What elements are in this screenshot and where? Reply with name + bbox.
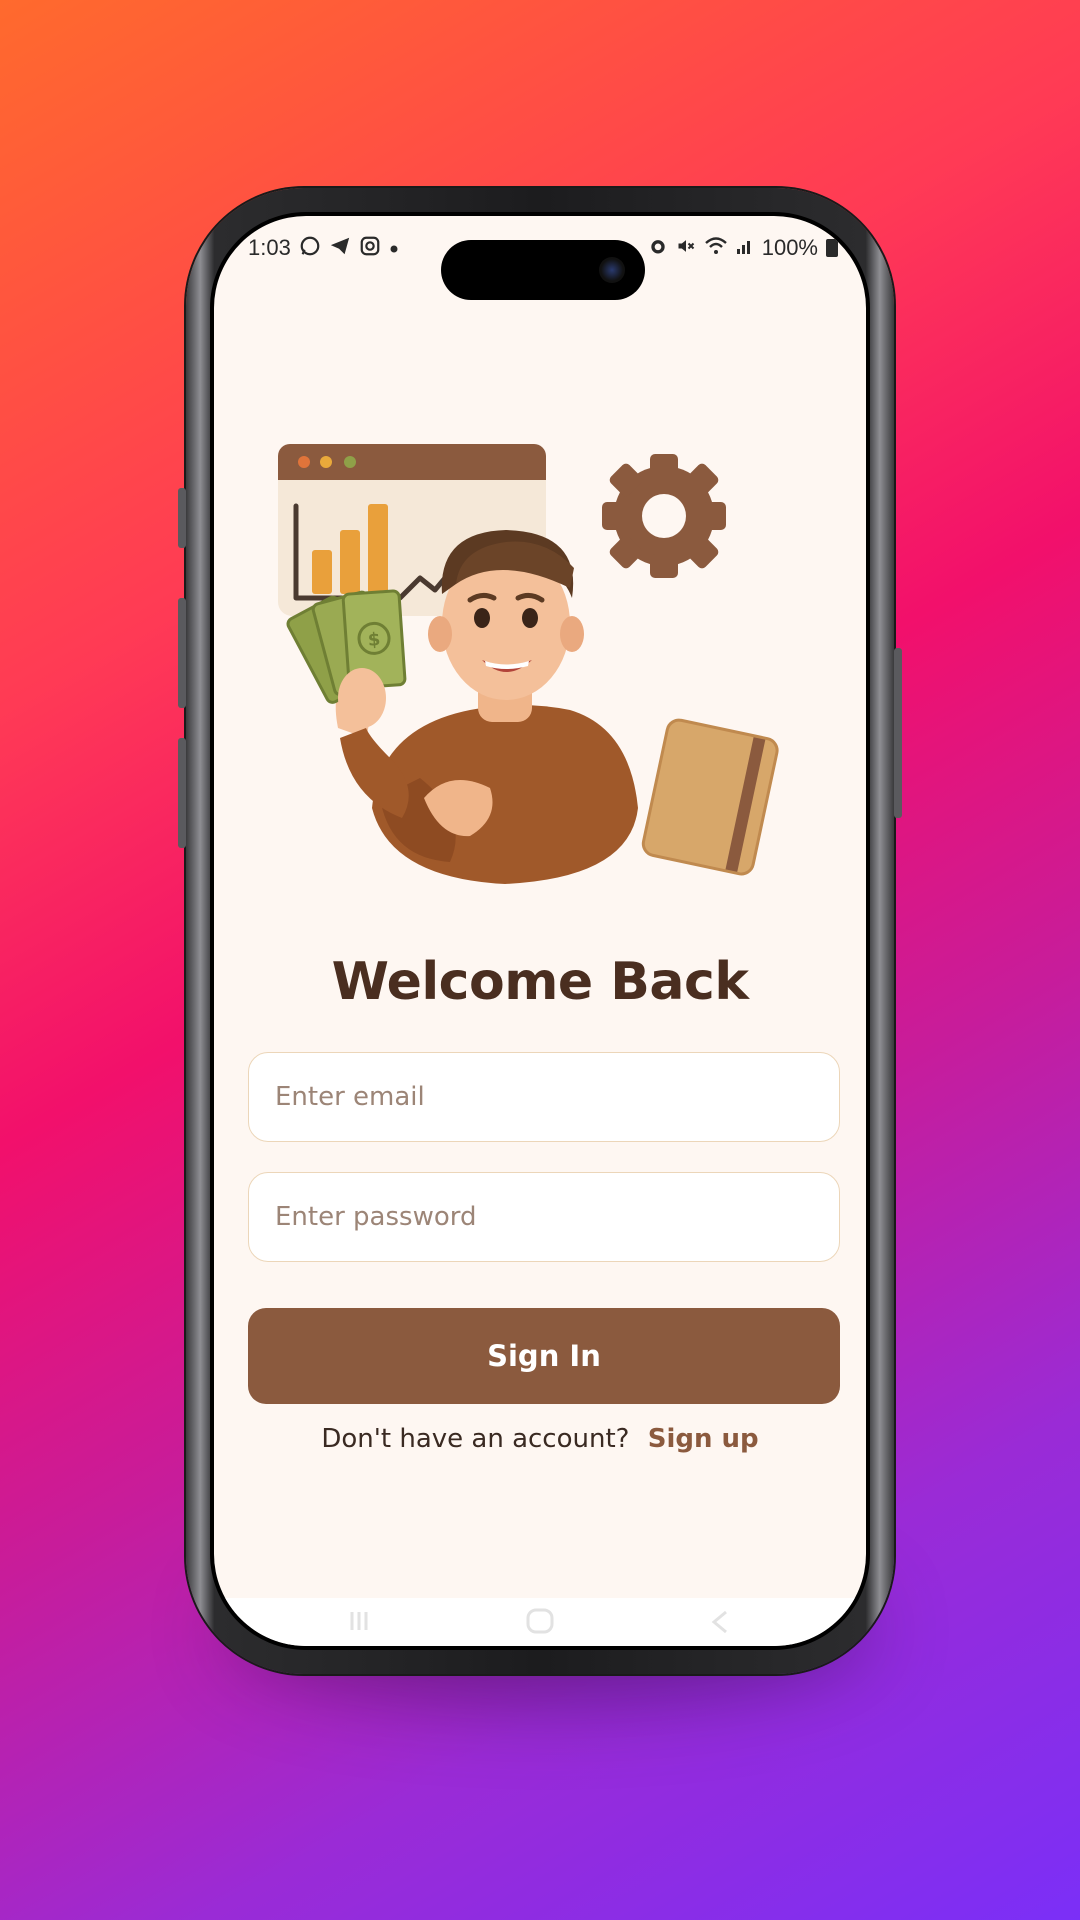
volume-up-button — [178, 598, 186, 708]
recent-apps-icon[interactable] — [344, 1606, 374, 1636]
action-button — [178, 488, 186, 548]
signup-row: Don't have an account? Sign up — [214, 1424, 866, 1454]
system-nav-bar — [214, 1598, 866, 1646]
wifi-icon — [704, 236, 728, 260]
password-field[interactable] — [248, 1172, 840, 1262]
instagram-icon — [359, 235, 381, 261]
home-icon[interactable] — [524, 1606, 556, 1636]
notebook-icon — [641, 718, 779, 876]
person-with-money-illustration: $ — [278, 444, 779, 884]
dot-icon — [389, 238, 399, 258]
status-left: 1:03 — [248, 235, 399, 261]
battery-icon — [826, 239, 838, 257]
sign-in-button[interactable]: Sign In — [248, 1308, 840, 1404]
phone-frame: 1:03 100% $ Welcome Back Enter email Sig… — [178, 188, 902, 1674]
status-right: 100% — [648, 235, 838, 261]
alarm-icon — [648, 236, 668, 260]
dynamic-island — [441, 240, 645, 300]
power-button — [894, 648, 902, 818]
signal-icon — [736, 237, 754, 259]
app-screen: 1:03 100% $ Welcome Back Enter email Sig… — [214, 216, 866, 1646]
status-time: 1:03 — [248, 235, 291, 260]
battery-percent: 100% — [761, 235, 818, 260]
signup-prompt: Don't have an account? — [321, 1424, 630, 1454]
gear-icon — [602, 454, 726, 578]
whatsapp-icon — [299, 235, 321, 261]
camera-icon — [599, 257, 625, 283]
page-title: Welcome Back — [331, 952, 749, 1012]
back-icon[interactable] — [704, 1606, 734, 1636]
email-field[interactable] — [248, 1052, 840, 1142]
volume-down-button — [178, 738, 186, 848]
sign-up-link[interactable]: Sign up — [648, 1424, 759, 1454]
money-bills-icon: $ — [286, 589, 407, 728]
svg-text:$: $ — [367, 629, 381, 651]
mute-icon — [676, 236, 696, 260]
phone-screen: 1:03 100% $ Welcome Back Enter email Sig… — [210, 212, 870, 1650]
telegram-icon — [329, 235, 351, 261]
